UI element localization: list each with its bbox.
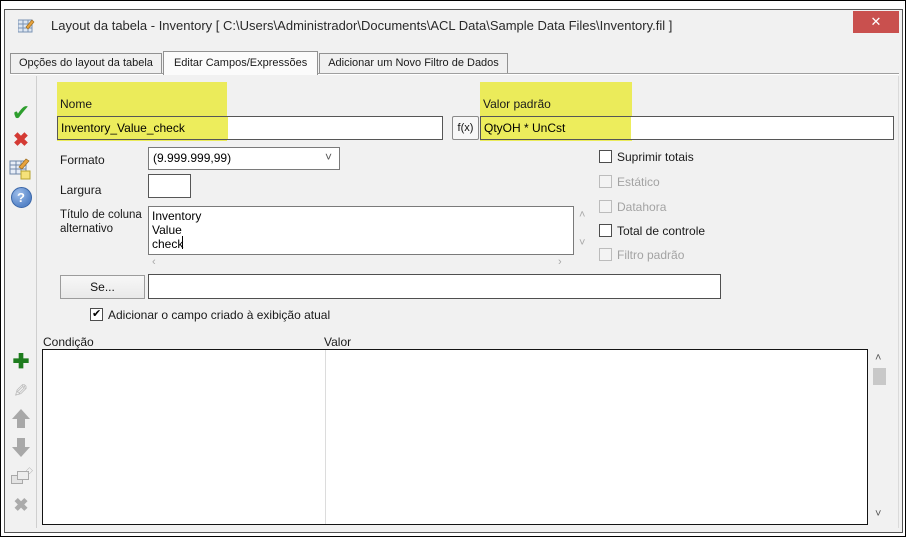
gray-x-icon: ✖ — [13, 495, 28, 515]
tab-add-data-filter[interactable]: Adicionar um Novo Filtro de Dados — [319, 53, 508, 73]
up-arrow-icon — [12, 409, 30, 428]
valor-padrao-label: Valor padrão — [483, 97, 551, 111]
titulo-coluna-label: Título de coluna alternativo — [60, 208, 150, 236]
chevron-down-icon: ˅ — [325, 150, 332, 164]
close-button[interactable]: ✕ — [853, 11, 899, 33]
maximize-button[interactable] — [827, 14, 853, 38]
table-edit-window-icon — [18, 18, 36, 34]
pencil-icon: ✎ — [13, 382, 28, 400]
largura-input[interactable] — [148, 174, 191, 198]
checkbox-label: Total de controle — [617, 224, 705, 238]
checkbox-box — [599, 175, 612, 188]
scrollbar-thumb[interactable] — [873, 368, 886, 385]
move-down-button[interactable] — [8, 438, 34, 457]
checkbox-box — [599, 150, 612, 163]
delete-condition-button[interactable]: ✖ — [8, 496, 34, 516]
help-icon: ? — [11, 187, 32, 208]
screenshot-frame: Layout da tabela - Inventory [ C:\Users\… — [0, 0, 906, 537]
discard-entry-button[interactable]: ✖ — [8, 131, 34, 151]
close-icon: ✕ — [871, 14, 882, 29]
minimize-button[interactable] — [799, 14, 825, 38]
scroll-down-icon[interactable]: ˅ — [579, 238, 585, 249]
checkbox-box — [599, 224, 612, 237]
column-divider — [325, 350, 326, 524]
toolbar-separator-line — [36, 76, 37, 528]
checkbox-box — [599, 200, 612, 213]
duplicate-icon: ◇ — [11, 469, 31, 485]
scrollbar-down-icon[interactable]: ˅ — [875, 508, 881, 520]
tab-table-layout-options[interactable]: Opções do layout da tabela — [10, 53, 162, 73]
table-edit-icon — [9, 158, 33, 180]
formato-dropdown[interactable]: (9.999.999,99) ˅ — [148, 147, 340, 170]
tab-strip: Opções do layout da tabela Editar Campos… — [10, 48, 509, 73]
checkbox-label: Estático — [617, 175, 660, 189]
largura-label: Largura — [60, 183, 101, 197]
plus-icon: ✚ — [13, 351, 30, 373]
window-title: Layout da tabela - Inventory [ C:\Users\… — [51, 10, 672, 41]
condition-list[interactable] — [42, 349, 868, 525]
scroll-right-icon[interactable]: › — [558, 257, 562, 268]
checkbox-label: Datahora — [617, 200, 666, 214]
table-layout-dialog: Layout da tabela - Inventory [ C:\Users\… — [4, 9, 903, 533]
move-up-button[interactable] — [8, 409, 34, 428]
checkbox-box: ✔ — [90, 308, 103, 321]
formato-selected-value: (9.999.999,99) — [153, 151, 231, 165]
se-condition-button[interactable]: Se... — [60, 275, 145, 299]
nome-input[interactable] — [57, 116, 443, 140]
checkbox-label: Filtro padrão — [617, 248, 684, 262]
edit-condition-button[interactable]: ✎ — [8, 382, 34, 402]
condition-list-scrollbar[interactable]: ˄ ˅ — [872, 352, 888, 520]
accept-entry-button[interactable]: ✔ — [8, 102, 34, 125]
duplicate-condition-button[interactable]: ◇ — [8, 469, 34, 485]
scrollbar-up-icon[interactable]: ˄ — [875, 352, 881, 364]
checkbox-box — [599, 248, 612, 261]
edit-table-layout-button[interactable] — [8, 158, 34, 185]
right-edge-line — [898, 76, 899, 528]
checkbox-label: Suprimir totais — [617, 150, 694, 164]
checkmark-icon: ✔ — [92, 307, 101, 320]
text-caret — [182, 236, 183, 249]
formato-label: Formato — [60, 153, 105, 167]
green-check-icon: ✔ — [12, 100, 30, 125]
fx-expression-button[interactable]: f(x) — [452, 116, 479, 140]
condicao-column-header: Condição — [43, 335, 94, 349]
add-condition-button[interactable]: ✚ — [8, 352, 34, 373]
valor-column-header: Valor — [324, 335, 351, 349]
title-bar: Layout da tabela - Inventory [ C:\Users\… — [5, 10, 902, 42]
scroll-up-icon[interactable]: ˄ — [579, 210, 585, 221]
valor-padrao-input[interactable] — [480, 116, 894, 140]
checkbox-label: Adicionar o campo criado à exibição atua… — [108, 308, 330, 322]
scroll-left-icon[interactable]: ‹ — [152, 257, 156, 268]
tab-edit-fields-expressions[interactable]: Editar Campos/Expressões — [163, 51, 318, 75]
red-x-icon: ✖ — [13, 130, 29, 151]
help-button[interactable]: ? — [8, 187, 34, 208]
nome-label: Nome — [60, 97, 92, 111]
tab-separator-highlight — [10, 74, 899, 75]
down-arrow-icon — [12, 438, 30, 457]
se-condition-input[interactable] — [148, 274, 721, 299]
titulo-coluna-textarea[interactable]: Inventory Value check — [148, 206, 574, 255]
